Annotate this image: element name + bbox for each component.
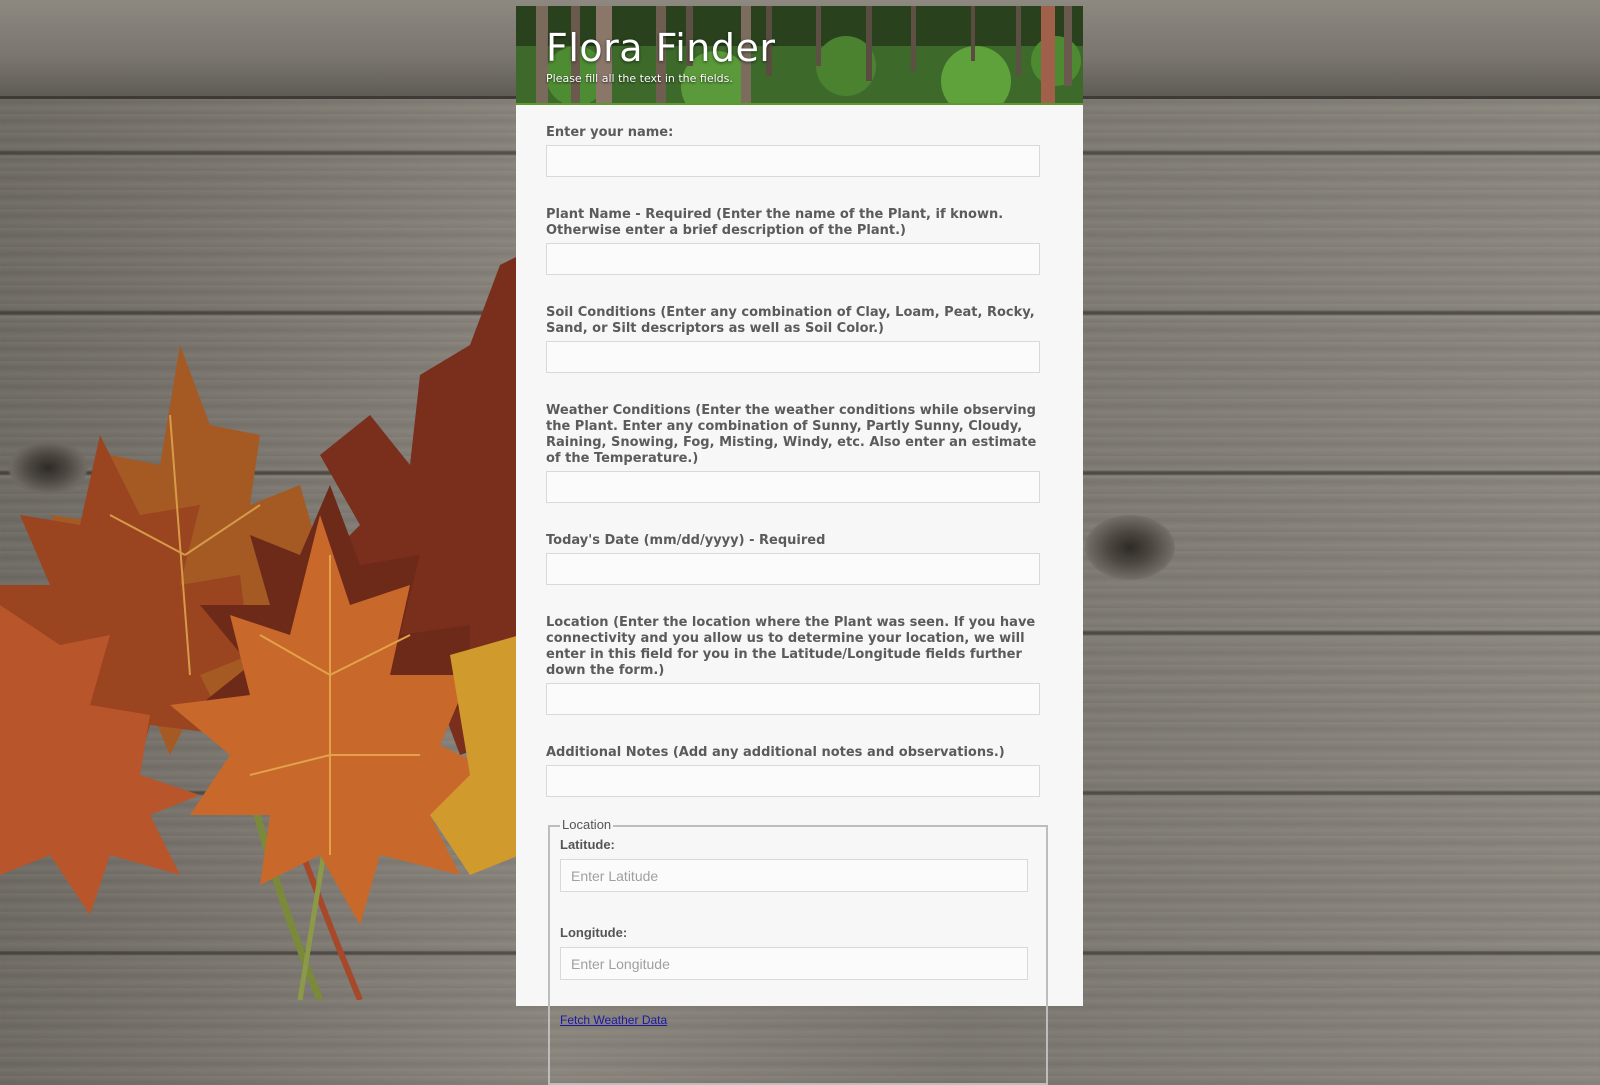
name-label: Enter your name: bbox=[546, 125, 674, 140]
date-field-group: Today's Date (mm/dd/yyyy) - Required bbox=[546, 533, 1053, 585]
soil-field-group: Soil Conditions (Enter any combination o… bbox=[546, 305, 1053, 373]
location-fieldset: Location Latitude: Longitude: Fetch Weat… bbox=[548, 817, 1048, 1085]
longitude-label: Longitude: bbox=[560, 925, 628, 940]
weather-conditions-label: Weather Conditions (Enter the weather co… bbox=[546, 403, 1037, 466]
page-title: Flora Finder bbox=[546, 26, 776, 70]
soil-conditions-label: Soil Conditions (Enter any combination o… bbox=[546, 305, 1035, 336]
maple-leaves-image bbox=[0, 255, 520, 1000]
notes-field-group: Additional Notes (Add any additional not… bbox=[546, 745, 1053, 797]
plant-name-input[interactable] bbox=[546, 243, 1040, 275]
observation-form: Enter your name: Plant Name - Required (… bbox=[516, 105, 1083, 1085]
plant-name-field-group: Plant Name - Required (Enter the name of… bbox=[546, 207, 1053, 275]
latitude-input[interactable] bbox=[560, 859, 1028, 892]
date-label: Today's Date (mm/dd/yyyy) - Required bbox=[546, 533, 826, 548]
location-label: Location (Enter the location where the P… bbox=[546, 615, 1036, 678]
weather-conditions-input[interactable] bbox=[546, 471, 1040, 503]
wood-knot-right bbox=[1085, 515, 1175, 580]
form-panel: Flora Finder Please fill all the text in… bbox=[516, 6, 1083, 1085]
fetch-weather-data-link[interactable]: Fetch Weather Data bbox=[560, 1013, 667, 1027]
name-input[interactable] bbox=[546, 145, 1040, 177]
longitude-input[interactable] bbox=[560, 947, 1028, 980]
location-input[interactable] bbox=[546, 683, 1040, 715]
weather-field-group: Weather Conditions (Enter the weather co… bbox=[546, 403, 1053, 503]
latitude-label: Latitude: bbox=[560, 837, 615, 852]
location-field-group: Location (Enter the location where the P… bbox=[546, 615, 1053, 715]
date-input[interactable] bbox=[546, 553, 1040, 585]
header-banner: Flora Finder Please fill all the text in… bbox=[516, 6, 1083, 105]
name-field-group: Enter your name: bbox=[546, 125, 1053, 177]
additional-notes-label: Additional Notes (Add any additional not… bbox=[546, 745, 1005, 760]
plant-name-label: Plant Name - Required (Enter the name of… bbox=[546, 207, 1004, 238]
additional-notes-input[interactable] bbox=[546, 765, 1040, 797]
location-legend: Location bbox=[560, 817, 614, 832]
page-subtitle: Please fill all the text in the fields. bbox=[546, 72, 733, 85]
soil-conditions-input[interactable] bbox=[546, 341, 1040, 373]
